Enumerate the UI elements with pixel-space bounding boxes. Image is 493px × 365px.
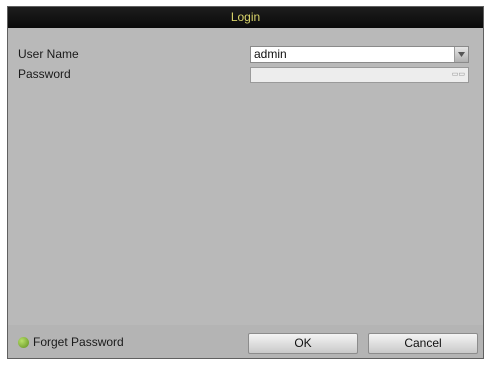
dialog-title: Login bbox=[230, 10, 261, 24]
forget-password-link[interactable]: Forget Password bbox=[18, 335, 124, 349]
dialog-footer: Forget Password OK Cancel bbox=[8, 325, 483, 358]
username-select[interactable]: admin bbox=[250, 46, 469, 63]
green-circle-icon bbox=[18, 336, 29, 348]
cancel-button[interactable]: Cancel bbox=[368, 333, 478, 354]
username-value: admin bbox=[254, 47, 287, 61]
ok-button[interactable]: OK bbox=[248, 333, 358, 354]
chevron-down-icon bbox=[458, 52, 465, 57]
forget-password-label: Forget Password bbox=[33, 335, 124, 349]
keyboard-icon[interactable]: ▭▭ bbox=[452, 70, 465, 78]
title-bar: Login bbox=[8, 7, 483, 28]
username-label: User Name bbox=[18, 47, 79, 61]
dropdown-button[interactable] bbox=[454, 47, 468, 62]
password-field[interactable]: ▭▭ bbox=[250, 67, 469, 83]
login-dialog: Login User Name admin Password ▭▭ Forget… bbox=[7, 6, 484, 359]
password-label: Password bbox=[18, 67, 71, 81]
